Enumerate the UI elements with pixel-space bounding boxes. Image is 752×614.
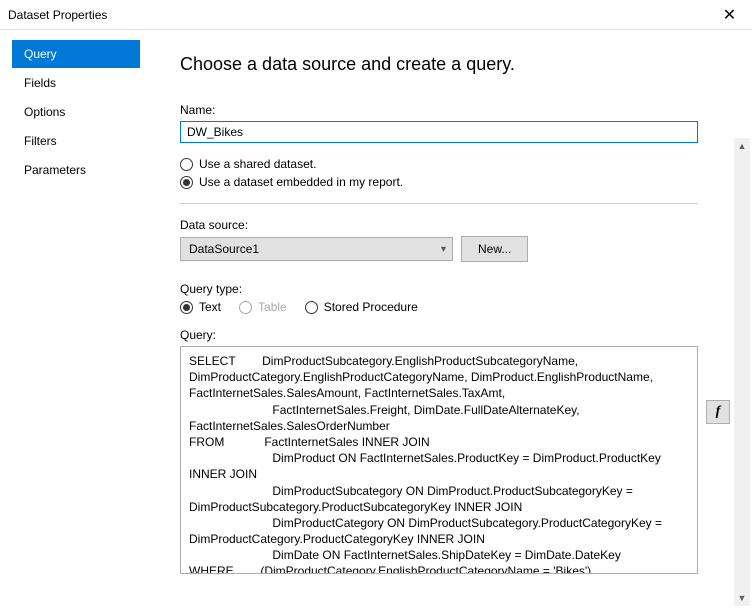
querytype-label: Query type: <box>180 282 738 296</box>
name-input[interactable] <box>180 121 698 143</box>
sidebar-item-filters[interactable]: Filters <box>12 127 140 155</box>
radio-icon <box>180 176 193 189</box>
radio-icon <box>180 301 193 314</box>
query-label: Query: <box>180 328 738 342</box>
sidebar-item-parameters[interactable]: Parameters <box>12 156 140 184</box>
query-textarea[interactable] <box>180 346 698 574</box>
radio-embedded-dataset[interactable]: Use a dataset embedded in my report. <box>180 175 738 189</box>
radio-querytype-storedproc[interactable]: Stored Procedure <box>305 300 418 314</box>
radio-label-shared: Use a shared dataset. <box>199 157 316 171</box>
sidebar: Query Fields Options Filters Parameters <box>0 30 150 614</box>
window-title: Dataset Properties <box>8 8 107 22</box>
querytype-block: Query type: Text Table Stored Procedure <box>180 282 738 314</box>
fx-icon: f <box>716 404 721 420</box>
titlebar: Dataset Properties ✕ <box>0 0 752 30</box>
scroll-up-icon[interactable]: ▲ <box>734 138 750 154</box>
radio-label-table: Table <box>258 300 287 314</box>
chevron-down-icon: ▾ <box>441 244 446 255</box>
sidebar-item-query[interactable]: Query <box>12 40 140 68</box>
close-icon: ✕ <box>723 5 736 25</box>
expression-button[interactable]: f <box>706 400 730 424</box>
divider <box>180 203 698 204</box>
dialog-body: Query Fields Options Filters Parameters … <box>0 30 752 614</box>
radio-icon <box>305 301 318 314</box>
radio-label-embedded: Use a dataset embedded in my report. <box>199 175 403 189</box>
radio-icon <box>239 301 252 314</box>
name-field-block: Name: <box>180 103 738 143</box>
page-heading: Choose a data source and create a query. <box>180 54 738 75</box>
datasource-value: DataSource1 <box>189 242 259 256</box>
radio-querytype-table: Table <box>239 300 287 314</box>
radio-label-text: Text <box>199 300 221 314</box>
radio-querytype-text[interactable]: Text <box>180 300 221 314</box>
name-label: Name: <box>180 103 738 117</box>
close-button[interactable]: ✕ <box>707 0 752 30</box>
content-pane: Choose a data source and create a query.… <box>150 30 752 614</box>
radio-icon <box>180 158 193 171</box>
new-datasource-button[interactable]: New... <box>461 236 528 262</box>
datasource-select[interactable]: DataSource1 ▾ <box>180 237 453 261</box>
sidebar-item-options[interactable]: Options <box>12 98 140 126</box>
query-block: Query: <box>180 328 738 577</box>
dataset-mode-block: Use a shared dataset. Use a dataset embe… <box>180 157 738 189</box>
radio-shared-dataset[interactable]: Use a shared dataset. <box>180 157 738 171</box>
vertical-scrollbar[interactable]: ▲ ▼ <box>734 138 750 606</box>
sidebar-item-fields[interactable]: Fields <box>12 69 140 97</box>
scroll-down-icon[interactable]: ▼ <box>734 590 750 606</box>
radio-label-storedproc: Stored Procedure <box>324 300 418 314</box>
datasource-block: Data source: DataSource1 ▾ New... <box>180 218 738 262</box>
datasource-label: Data source: <box>180 218 738 232</box>
